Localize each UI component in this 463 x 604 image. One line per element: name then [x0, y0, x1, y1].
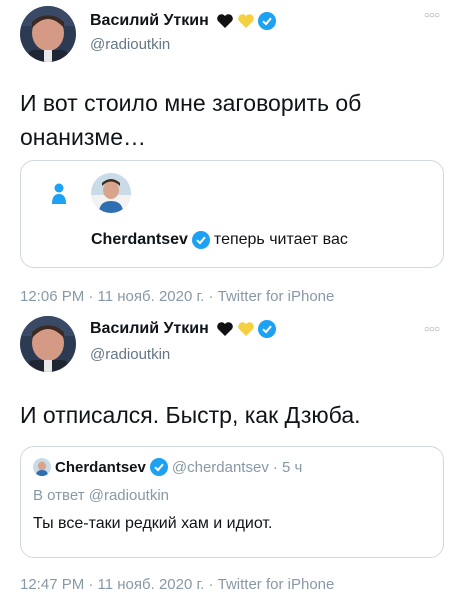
tweet-timestamp[interactable]: 12:47 PM · 11 нояб. 2020 г. · Twitter fo…	[20, 576, 334, 593]
follower-avatar[interactable]	[91, 173, 131, 213]
tweet[interactable]: Василий Уткин @radioutkin ○○○ И отписалс…	[0, 310, 463, 604]
more-icon[interactable]: ○○○	[424, 10, 440, 21]
follow-text: теперь читает вас	[213, 231, 348, 248]
quoted-tweet-text: Ты все-таки редкий хам и идиот.	[33, 515, 273, 532]
black-heart-icon	[216, 322, 233, 336]
yellow-heart-icon	[237, 14, 254, 28]
author-name-row: Василий Уткин	[90, 320, 276, 338]
verified-icon	[257, 320, 276, 338]
author-name[interactable]: Василий Уткин	[90, 12, 209, 30]
author-name[interactable]: Василий Уткин	[90, 320, 209, 338]
quoted-author-handle[interactable]: @cherdantsev	[172, 459, 269, 476]
avatar[interactable]	[20, 316, 76, 372]
quoted-tweet[interactable]: Cherdantsev @cherdantsev · 5 ч В ответ @…	[20, 446, 444, 558]
author-name-row: Василий Уткин	[90, 12, 276, 30]
author-handle[interactable]: @radioutkin	[90, 346, 170, 363]
verified-icon	[257, 12, 276, 30]
follow-notification: Cherdantsev теперь читает вас	[91, 231, 348, 249]
follower-name[interactable]: Cherdantsev	[91, 231, 188, 249]
verified-icon	[149, 458, 168, 476]
tweet-text: И отписался. Быстр, как Дзюба.	[20, 402, 361, 428]
yellow-heart-icon	[237, 322, 254, 336]
tweet[interactable]: Василий Уткин @radioutkin ○○○ И вот стои…	[0, 0, 463, 310]
verified-icon	[191, 231, 210, 249]
avatar[interactable]	[20, 6, 76, 62]
person-icon	[52, 183, 66, 204]
quoted-tweet-age: · 5 ч	[272, 458, 303, 476]
reply-to-label: В ответ @radioutkin	[33, 487, 170, 504]
more-icon[interactable]: ○○○	[424, 324, 440, 335]
quoted-tweet-header: Cherdantsev @cherdantsev · 5 ч	[33, 458, 302, 476]
black-heart-icon	[216, 14, 233, 28]
author-handle[interactable]: @radioutkin	[90, 36, 170, 53]
quoted-author-name[interactable]: Cherdantsev	[55, 459, 146, 476]
tweet-text: И вот стоило мне заговорить об онанизме…	[20, 90, 362, 150]
tweet-timestamp[interactable]: 12:06 PM · 11 нояб. 2020 г. · Twitter fo…	[20, 288, 334, 305]
follow-notification-card[interactable]: Cherdantsev теперь читает вас	[20, 160, 444, 268]
quoted-author-avatar[interactable]	[33, 458, 51, 476]
